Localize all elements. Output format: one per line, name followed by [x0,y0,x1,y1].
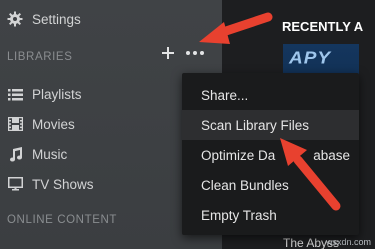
menu-item-label: Optimize Da abase [201,148,350,163]
sidebar-item-label: TV Shows [32,176,94,192]
menu-item-clean-bundles[interactable]: Clean Bundles [182,170,359,200]
libraries-header: LIBRARIES [7,51,73,63]
menu-item-label: Scan Library Files [201,117,310,133]
sidebar-item-label: Movies [32,116,75,132]
library-options-menu: Share... Scan Library Files Optimize Da a… [182,73,359,235]
menu-item-label: Empty Trash [201,207,277,223]
dot-icon [186,51,190,55]
sidebar-item-label: Music [32,146,68,162]
menu-item-share[interactable]: Share... [182,80,359,110]
menu-item-scan-library-files[interactable]: Scan Library Files [182,110,359,140]
menu-item-label-end: abase [313,147,351,163]
menu-item-label: Share... [201,87,249,103]
dot-icon [200,51,204,55]
music-note-icon [7,146,23,162]
menu-item-empty-trash[interactable]: Empty Trash [182,200,359,230]
more-options-button[interactable] [185,48,205,58]
menu-item-optimize-database[interactable]: Optimize Da abase [182,140,359,170]
watermark: wsxdn.com [326,237,372,247]
sidebar-item-label: Settings [32,11,81,27]
sidebar-item-label: Playlists [32,86,82,102]
list-icon [7,86,23,102]
online-content-header: ONLINE CONTENT [7,214,117,226]
dot-icon [193,51,197,55]
sidebar-item-settings[interactable]: Settings [0,5,222,33]
gear-icon [7,11,23,27]
add-library-button[interactable] [160,45,176,61]
menu-item-label-start: Optimize Da [201,147,276,163]
app-window: Settings LIBRARIES Playlists Movies Musi… [0,0,375,249]
film-icon [7,116,23,132]
monitor-icon [7,176,23,192]
menu-item-label: Clean Bundles [201,177,289,193]
section-title: RECENTLY A [282,19,364,34]
poster-title: APY [289,49,332,68]
